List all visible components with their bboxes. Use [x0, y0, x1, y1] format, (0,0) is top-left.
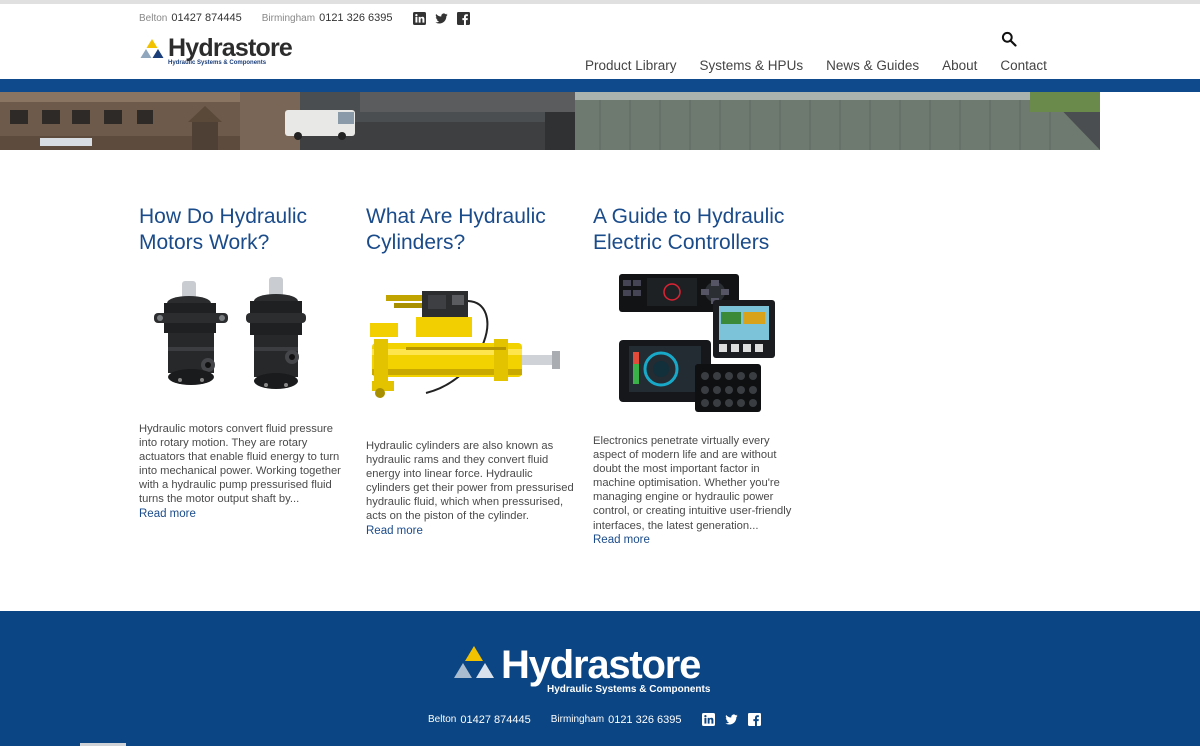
hero-image — [0, 92, 1200, 150]
read-more-link[interactable]: Read more — [139, 507, 349, 521]
facebook-icon[interactable] — [456, 11, 470, 25]
article-title[interactable]: How Do Hydraulic Motors Work? — [139, 204, 349, 255]
footer-belton-label: Belton — [428, 714, 457, 725]
site-logo[interactable]: Hydrastore Hydraulic Systems & Component… — [139, 34, 293, 70]
article-body-cylinders: Hydraulic cylinders are also known as hy… — [366, 439, 576, 538]
nav-news-guides[interactable]: News & Guides — [826, 58, 919, 73]
read-more-link[interactable]: Read more — [593, 533, 803, 547]
birmingham-label: Birmingham — [261, 12, 316, 24]
search-icon[interactable] — [1001, 31, 1017, 47]
article-card-cylinders: What Are Hydraulic Cylinders? — [366, 204, 576, 255]
footer-logo-triangle-icon — [451, 645, 497, 685]
article-card-motors: How Do Hydraulic Motors Work? — [139, 204, 349, 255]
twitter-icon[interactable] — [724, 713, 738, 726]
footer-contacts: Belton 01427 874445 Birmingham 0121 326 … — [428, 713, 761, 726]
logo-triangle-icon — [139, 38, 165, 62]
article-excerpt: Hydraulic cylinders are also known as hy… — [366, 440, 574, 523]
nav-contact[interactable]: Contact — [1000, 58, 1047, 73]
article-title[interactable]: A Guide to Hydraulic Electric Controller… — [593, 204, 803, 255]
hydraulic-motor-image[interactable] — [150, 277, 320, 399]
footer-social-links — [701, 713, 761, 726]
footer-logo[interactable]: Hydrastore Hydraulic Systems & Component… — [451, 645, 710, 695]
read-more-link[interactable]: Read more — [366, 524, 576, 538]
nav-about[interactable]: About — [942, 58, 977, 73]
footer-birmingham-label: Birmingham — [550, 714, 605, 725]
footer-birmingham-phone[interactable]: 0121 326 6395 — [608, 714, 681, 726]
social-links — [412, 11, 470, 25]
logo-brand: Hydrastore — [168, 34, 293, 62]
nav-product-library[interactable]: Product Library — [585, 58, 677, 73]
article-excerpt: Hydraulic motors convert fluid pressure … — [139, 423, 341, 506]
footer-tagline: Hydraulic Systems & Components — [547, 684, 711, 695]
facebook-icon[interactable] — [747, 713, 761, 726]
footer-belton-phone[interactable]: 01427 874445 — [460, 714, 530, 726]
header-band — [0, 79, 1200, 92]
footer-brand: Hydrastore — [501, 643, 701, 687]
electric-controllers-image[interactable] — [617, 272, 779, 416]
article-excerpt: Electronics penetrate virtually every as… — [593, 435, 792, 532]
birmingham-phone[interactable]: 0121 326 6395 — [319, 12, 392, 24]
twitter-icon[interactable] — [434, 12, 448, 25]
article-title[interactable]: What Are Hydraulic Cylinders? — [366, 204, 576, 255]
hydraulic-cylinder-image[interactable] — [366, 283, 566, 413]
contact-bar: Belton 01427 874445 Birmingham 0121 326 … — [139, 10, 470, 26]
top-border — [0, 0, 1200, 4]
article-card-controllers: A Guide to Hydraulic Electric Controller… — [593, 204, 803, 255]
nav-systems-hpus[interactable]: Systems & HPUs — [700, 58, 804, 73]
linkedin-icon[interactable] — [412, 11, 426, 25]
linkedin-icon[interactable] — [701, 713, 715, 726]
belton-label: Belton — [139, 12, 168, 24]
belton-phone[interactable]: 01427 874445 — [171, 12, 241, 24]
article-body-motors: Hydraulic motors convert fluid pressure … — [139, 422, 349, 521]
main-nav: Product Library Systems & HPUs News & Gu… — [585, 58, 1047, 73]
article-body-controllers: Electronics penetrate virtually every as… — [593, 434, 803, 547]
logo-tagline: Hydraulic Systems & Components — [168, 60, 267, 66]
